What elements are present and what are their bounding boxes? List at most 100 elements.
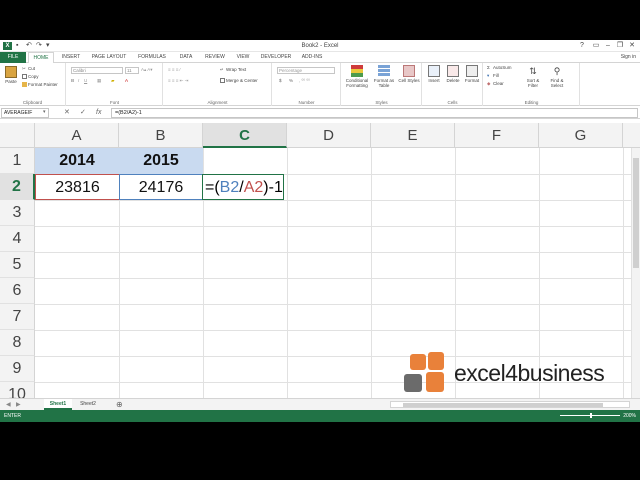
wrap-text-button[interactable]: ↵ Wrap Text <box>220 67 246 73</box>
select-all-corner[interactable] <box>0 123 35 148</box>
row-header-8[interactable]: 8 <box>0 330 35 356</box>
comma-style-icon[interactable]: , ⁰⁰ ⁰⁰ <box>299 78 310 84</box>
conditional-formatting-button[interactable]: Conditional Formatting <box>344 65 370 88</box>
tab-developer[interactable]: DEVELOPER <box>258 52 294 63</box>
tab-data[interactable]: DATA <box>174 52 198 63</box>
row-header-6[interactable]: 6 <box>0 278 35 304</box>
font-name-select[interactable]: Calibri <box>71 67 123 74</box>
tab-page-layout[interactable]: PAGE LAYOUT <box>88 52 130 63</box>
font-label: Font <box>109 100 119 105</box>
table-icon <box>378 65 390 77</box>
tab-formulas[interactable]: FORMULAS <box>134 52 170 63</box>
fill-button[interactable]: ▾ Fill <box>487 73 499 79</box>
gridline <box>35 200 640 201</box>
horizontal-scrollbar[interactable] <box>390 401 630 408</box>
formula-input[interactable]: =(B2/A2)-1 <box>111 108 638 118</box>
bold-button[interactable]: B <box>71 78 74 84</box>
name-box[interactable]: AVERAGEIF <box>1 108 49 118</box>
cancel-formula-button[interactable]: ✕ <box>64 108 70 118</box>
tab-add-ins[interactable]: ADD-INS <box>298 52 326 63</box>
horizontal-scroll-thumb[interactable] <box>403 403 603 407</box>
sign-in-link[interactable]: Sign in <box>621 52 636 63</box>
zoom-level[interactable]: 200% <box>623 410 636 422</box>
autosum-button[interactable]: Σ AutoSum <box>487 65 512 71</box>
cell-b1[interactable]: 2015 <box>119 148 203 174</box>
cut-button[interactable]: ✂ Cut <box>22 66 35 72</box>
format-painter-button[interactable]: Format Painter <box>22 82 58 88</box>
underline-button[interactable]: U <box>84 78 87 84</box>
copy-icon <box>22 74 27 80</box>
row-header-10[interactable]: 10 <box>0 382 35 398</box>
find-select-button[interactable]: ⚲ Find & Select <box>546 65 568 88</box>
tab-insert[interactable]: INSERT <box>58 52 84 63</box>
currency-button[interactable]: $ <box>279 78 282 84</box>
row-header-7[interactable]: 7 <box>0 304 35 330</box>
fill-color-icon[interactable]: ▰ <box>111 78 114 84</box>
column-header-b[interactable]: B <box>119 123 203 148</box>
borders-icon[interactable]: ▦ <box>97 78 101 84</box>
row-header-1[interactable]: 1 <box>0 148 35 174</box>
tab-view[interactable]: VIEW <box>232 52 254 63</box>
column-header-g[interactable]: G <box>539 123 623 148</box>
cells-label: Cells <box>447 100 458 105</box>
row-header-3[interactable]: 3 <box>0 200 35 226</box>
grow-font-icon[interactable]: A▴ A▾ <box>141 67 153 73</box>
row-header-9[interactable]: 9 <box>0 356 35 382</box>
column-header-d[interactable]: D <box>287 123 371 148</box>
minimize-button[interactable]: – <box>602 40 614 52</box>
insert-cells-button[interactable]: Insert <box>425 65 443 83</box>
cell-a2[interactable]: 23816 <box>35 174 119 200</box>
column-header-f[interactable]: F <box>455 123 539 148</box>
cell-a1[interactable]: 2014 <box>35 148 119 174</box>
sheet-tab-sheet2[interactable]: Sheet2 <box>74 399 102 410</box>
column-header-a[interactable]: A <box>35 123 119 148</box>
sheet-tab-sheet1[interactable]: Sheet1 <box>44 399 72 410</box>
merge-center-button[interactable]: Merge & Center <box>220 78 258 84</box>
enter-formula-button[interactable]: ✓ <box>80 108 86 118</box>
delete-cells-button[interactable]: Delete <box>444 65 462 83</box>
gridline <box>371 148 372 398</box>
row-header-2[interactable]: 2 <box>0 174 35 200</box>
help-button[interactable]: ? <box>576 40 588 52</box>
alignment-label: Alignment <box>207 100 228 105</box>
logo-brand-text: excel4business <box>454 360 605 386</box>
ribbon-display-button[interactable]: ▭ <box>590 40 602 52</box>
cell-c2-editing[interactable]: =(B2/A2)-1 <box>202 174 284 200</box>
font-color-icon[interactable]: A <box>125 78 128 84</box>
vertical-scroll-thumb[interactable] <box>633 158 639 268</box>
align-left-icons[interactable]: ≡ ≡ ≡ ⇤ ⇥ <box>168 78 188 84</box>
formula-part: )-1 <box>263 179 283 196</box>
name-box-dropdown-icon[interactable]: ▾ <box>43 108 46 117</box>
restore-button[interactable]: ❐ <box>614 40 626 52</box>
new-sheet-button[interactable]: ⊕ <box>116 399 123 410</box>
number-format-select[interactable]: Percentage <box>277 67 335 74</box>
column-header-h[interactable] <box>623 123 640 148</box>
gridline <box>35 330 640 331</box>
italic-button[interactable]: I <box>78 78 79 84</box>
clear-button[interactable]: ◆ Clear <box>487 81 504 87</box>
gridline <box>623 148 624 398</box>
paste-button[interactable]: Paste <box>3 66 19 84</box>
align-top-icons[interactable]: ≡ ≡ ≡ ⁄ <box>168 67 180 73</box>
column-header-e[interactable]: E <box>371 123 455 148</box>
zoom-slider-thumb[interactable] <box>590 413 592 418</box>
tab-review[interactable]: REVIEW <box>202 52 228 63</box>
vertical-scrollbar[interactable] <box>631 148 640 422</box>
percent-button[interactable]: % <box>289 78 293 84</box>
row-header-4[interactable]: 4 <box>0 226 35 252</box>
copy-button[interactable]: Copy <box>22 74 39 80</box>
tab-file[interactable]: FILE <box>0 52 26 63</box>
font-size-select[interactable]: 11 <box>125 67 139 74</box>
ribbon-tabs: FILE HOME INSERT PAGE LAYOUT FORMULAS DA… <box>0 52 640 64</box>
format-as-table-button[interactable]: Format as Table <box>372 65 396 88</box>
cell-styles-button[interactable]: Cell Styles <box>398 65 420 83</box>
cell-b2[interactable]: 24176 <box>119 174 203 200</box>
insert-function-button[interactable]: fx <box>96 108 101 118</box>
close-button[interactable]: ✕ <box>626 40 638 52</box>
sort-filter-button[interactable]: ⇅ Sort & Filter <box>522 65 544 88</box>
format-cells-button[interactable]: Format <box>463 65 481 83</box>
column-header-c[interactable]: C <box>203 123 287 148</box>
formula-ref-a2: A2 <box>243 179 264 196</box>
eraser-icon: ◆ <box>487 81 491 87</box>
row-header-5[interactable]: 5 <box>0 252 35 278</box>
